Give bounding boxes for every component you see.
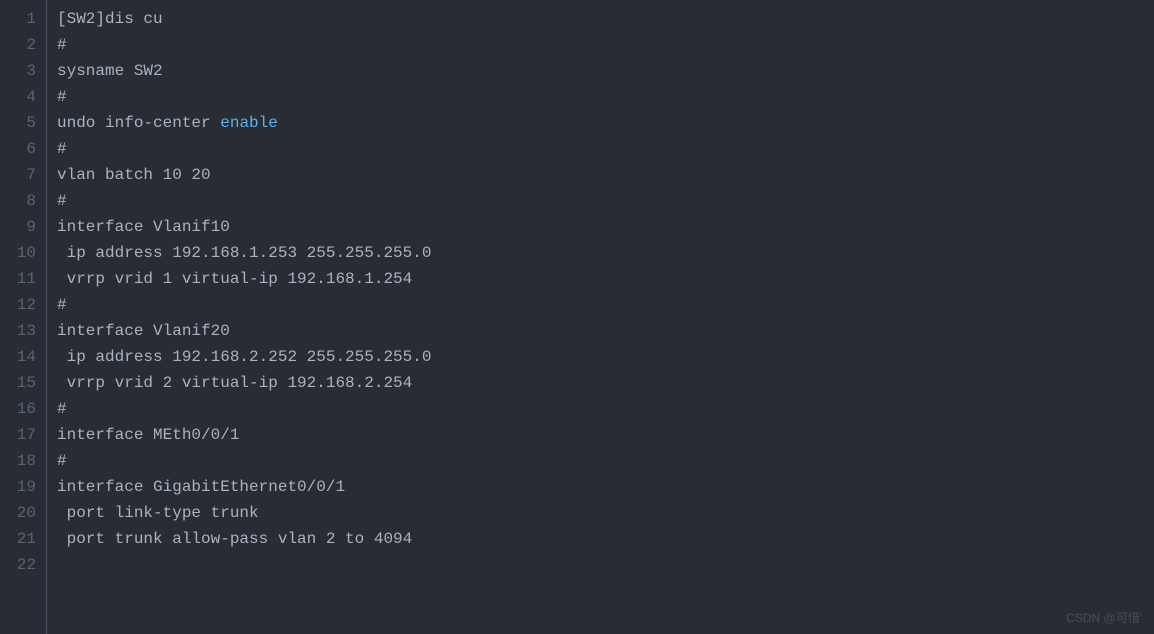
token-text: # (57, 36, 67, 54)
line-number: 19 (0, 474, 36, 500)
token-text: ip address 192.168.2.252 255.255.255.0 (57, 348, 431, 366)
line-number: 21 (0, 526, 36, 552)
code-line[interactable]: # (57, 32, 1154, 58)
token-text: port link-type trunk (57, 504, 259, 522)
line-number: 1 (0, 6, 36, 32)
line-number: 2 (0, 32, 36, 58)
line-number: 11 (0, 266, 36, 292)
code-line[interactable]: # (57, 448, 1154, 474)
code-line[interactable]: interface MEth0/0/1 (57, 422, 1154, 448)
line-number: 9 (0, 214, 36, 240)
code-area[interactable]: [SW2]dis cu # sysname SW2 # undo info-center… (47, 0, 1154, 634)
token-keyword: enable (220, 114, 278, 132)
line-number: 18 (0, 448, 36, 474)
token-text: interface Vlanif10 (57, 218, 230, 236)
code-line[interactable]: vrrp vrid 1 virtual-ip 192.168.1.254 (57, 266, 1154, 292)
token-text: interface Vlanif20 (57, 322, 230, 340)
token-text: undo info-center (57, 114, 220, 132)
code-line[interactable]: # (57, 84, 1154, 110)
code-line[interactable]: interface Vlanif10 (57, 214, 1154, 240)
line-number: 5 (0, 110, 36, 136)
code-line[interactable]: interface GigabitEthernet0/0/1 (57, 474, 1154, 500)
token-text: vrrp vrid 2 virtual-ip 192.168.2.254 (57, 374, 412, 392)
token-text: [SW2]dis cu (57, 10, 163, 28)
token-text: vrrp vrid 1 virtual-ip 192.168.1.254 (57, 270, 412, 288)
token-text: vlan batch 10 20 (57, 166, 211, 184)
line-number-gutter: 12345678910111213141516171819202122 (0, 0, 47, 634)
line-number: 3 (0, 58, 36, 84)
line-number: 13 (0, 318, 36, 344)
token-text: # (57, 192, 67, 210)
code-line[interactable]: [SW2]dis cu (57, 6, 1154, 32)
token-text: # (57, 140, 67, 158)
watermark-text: CSDN @可惜' (1066, 609, 1142, 629)
code-line[interactable]: # (57, 188, 1154, 214)
line-number: 12 (0, 292, 36, 318)
code-line[interactable]: vlan batch 10 20 (57, 162, 1154, 188)
code-line[interactable]: # (57, 292, 1154, 318)
token-text: # (57, 452, 67, 470)
token-text: # (57, 88, 67, 106)
line-number: 15 (0, 370, 36, 396)
token-text: sysname SW2 (57, 62, 163, 80)
token-text: # (57, 296, 67, 314)
line-number: 4 (0, 84, 36, 110)
code-line[interactable]: port trunk allow-pass vlan 2 to 4094 (57, 526, 1154, 552)
code-editor[interactable]: 12345678910111213141516171819202122 [SW2… (0, 0, 1154, 634)
code-line[interactable]: undo info-center enable (57, 110, 1154, 136)
code-line[interactable]: port link-type trunk (57, 500, 1154, 526)
line-number: 8 (0, 188, 36, 214)
token-text: port trunk allow-pass vlan 2 to 4094 (57, 530, 412, 548)
code-line[interactable]: sysname SW2 (57, 58, 1154, 84)
line-number: 20 (0, 500, 36, 526)
code-line[interactable]: vrrp vrid 2 virtual-ip 192.168.2.254 (57, 370, 1154, 396)
code-line[interactable]: # (57, 396, 1154, 422)
token-text: ip address 192.168.1.253 255.255.255.0 (57, 244, 431, 262)
line-number: 10 (0, 240, 36, 266)
code-line[interactable]: interface Vlanif20 (57, 318, 1154, 344)
code-line[interactable]: # (57, 136, 1154, 162)
line-number: 14 (0, 344, 36, 370)
token-text: # (57, 400, 67, 418)
code-line[interactable]: ip address 192.168.1.253 255.255.255.0 (57, 240, 1154, 266)
line-number: 16 (0, 396, 36, 422)
token-text: interface GigabitEthernet0/0/1 (57, 478, 345, 496)
code-line[interactable]: ip address 192.168.2.252 255.255.255.0 (57, 344, 1154, 370)
line-number: 22 (0, 552, 36, 578)
line-number: 7 (0, 162, 36, 188)
code-line[interactable] (57, 552, 1154, 578)
line-number: 6 (0, 136, 36, 162)
line-number: 17 (0, 422, 36, 448)
token-text: interface MEth0/0/1 (57, 426, 239, 444)
